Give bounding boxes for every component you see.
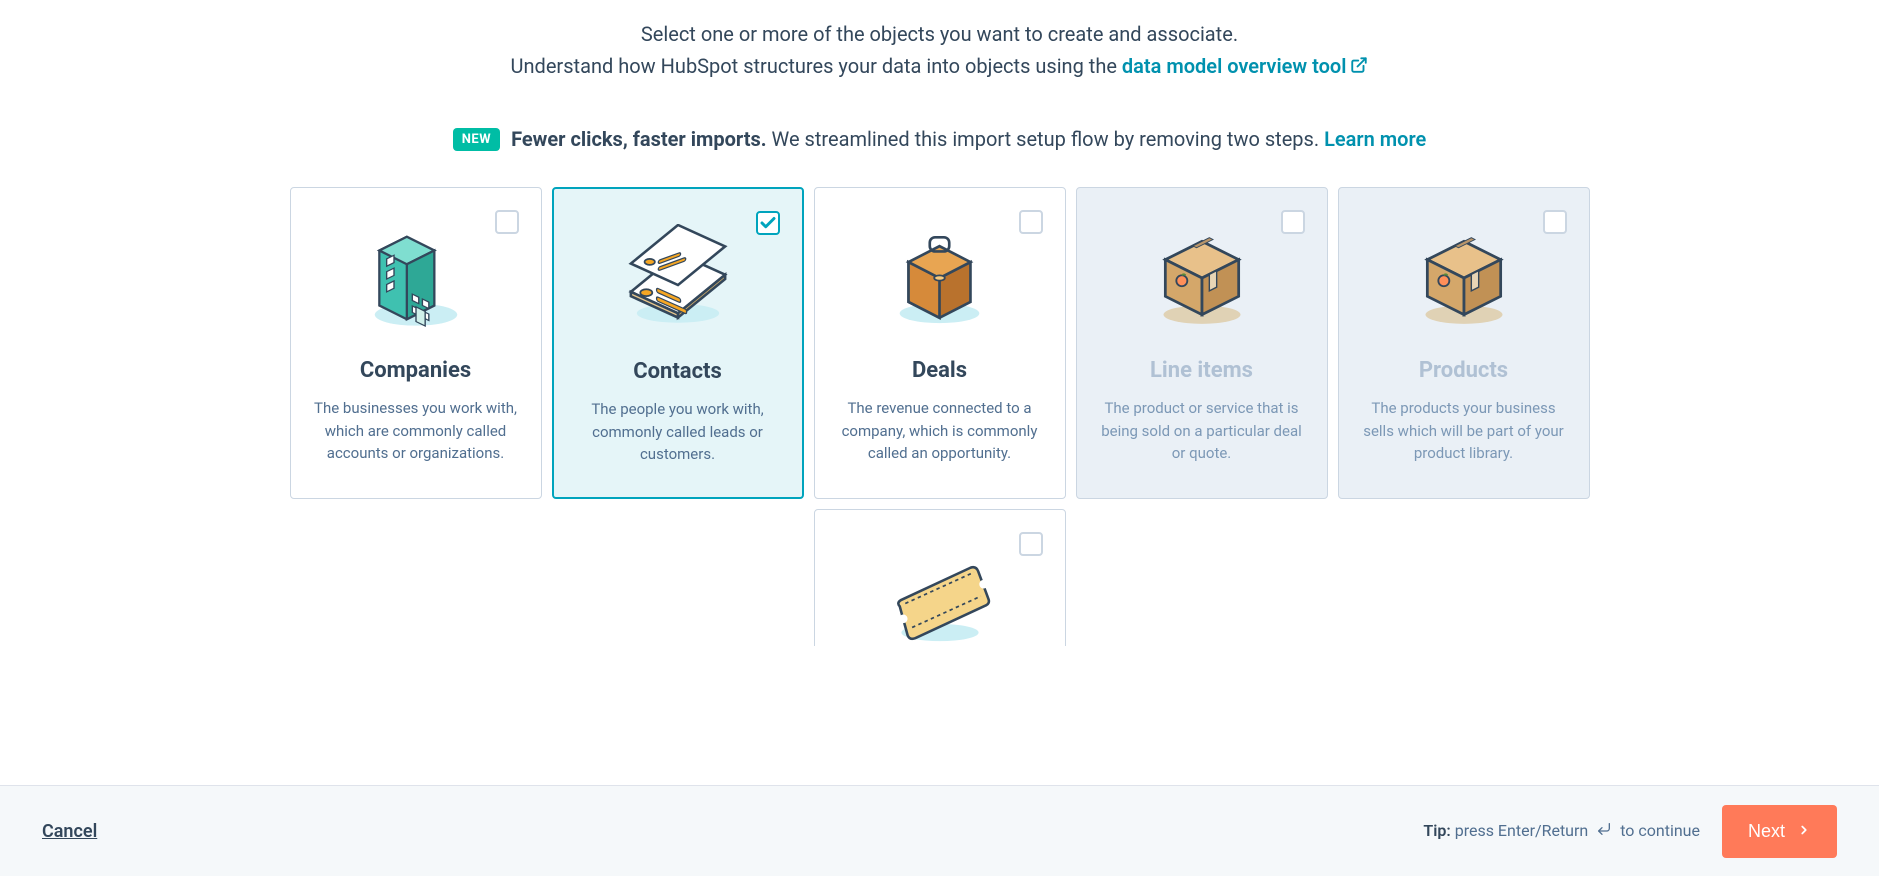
line-items-icon (1093, 208, 1311, 348)
card-companies[interactable]: Companies The businesses you work with, … (290, 187, 542, 499)
companies-icon (307, 208, 525, 348)
card-line-items[interactable]: Line items The product or service that i… (1076, 187, 1328, 499)
checkbox-line-items[interactable] (1281, 210, 1305, 234)
tickets-icon (831, 530, 1049, 646)
card-line-items-title: Line items (1093, 358, 1311, 383)
cancel-button[interactable]: Cancel (42, 821, 97, 842)
card-contacts[interactable]: Contacts The people you work with, commo… (552, 187, 804, 499)
promo-text: We streamlined this import setup flow by… (767, 127, 1325, 151)
card-contacts-title: Contacts (570, 359, 786, 384)
promo-bold-text: Fewer clicks, faster imports. (511, 127, 766, 151)
products-icon (1355, 208, 1573, 348)
external-link-icon (1350, 51, 1368, 83)
chevron-right-icon (1797, 821, 1811, 842)
deals-icon (831, 208, 1049, 348)
next-button[interactable]: Next (1722, 805, 1837, 858)
card-products-title: Products (1355, 358, 1573, 383)
card-contacts-desc: The people you work with, commonly calle… (570, 398, 786, 466)
checkbox-tickets[interactable] (1019, 532, 1043, 556)
checkbox-products[interactable] (1543, 210, 1567, 234)
card-products[interactable]: Products The products your business sell… (1338, 187, 1590, 499)
card-tickets[interactable] (814, 509, 1066, 646)
card-deals[interactable]: Deals The revenue connected to a company… (814, 187, 1066, 499)
card-companies-desc: The businesses you work with, which are … (307, 397, 525, 465)
instructions-line-2: Understand how HubSpot structures your d… (0, 50, 1879, 83)
checkbox-deals[interactable] (1019, 210, 1043, 234)
promo-banner: NEW Fewer clicks, faster imports. We str… (0, 127, 1879, 151)
tip-text: Tip: press Enter/Return to continue (1423, 821, 1700, 841)
card-companies-title: Companies (307, 358, 525, 383)
new-badge: NEW (453, 128, 500, 151)
instructions-line-1: Select one or more of the objects you wa… (0, 18, 1879, 50)
contacts-icon (570, 209, 786, 349)
checkbox-companies[interactable] (495, 210, 519, 234)
card-deals-desc: The revenue connected to a company, whic… (831, 397, 1049, 465)
object-cards-grid: Companies The businesses you work with, … (290, 187, 1590, 646)
card-deals-title: Deals (831, 358, 1049, 383)
card-products-desc: The products your business sells which w… (1355, 397, 1573, 465)
card-line-items-desc: The product or service that is being sol… (1093, 397, 1311, 465)
footer-bar: Cancel Tip: press Enter/Return to contin… (0, 785, 1879, 876)
checkbox-contacts[interactable] (756, 211, 780, 235)
data-model-overview-link[interactable]: data model overview tool (1122, 54, 1369, 78)
instructions-text: Select one or more of the objects you wa… (0, 18, 1879, 83)
enter-key-icon (1596, 821, 1612, 841)
learn-more-link[interactable]: Learn more (1324, 127, 1426, 151)
